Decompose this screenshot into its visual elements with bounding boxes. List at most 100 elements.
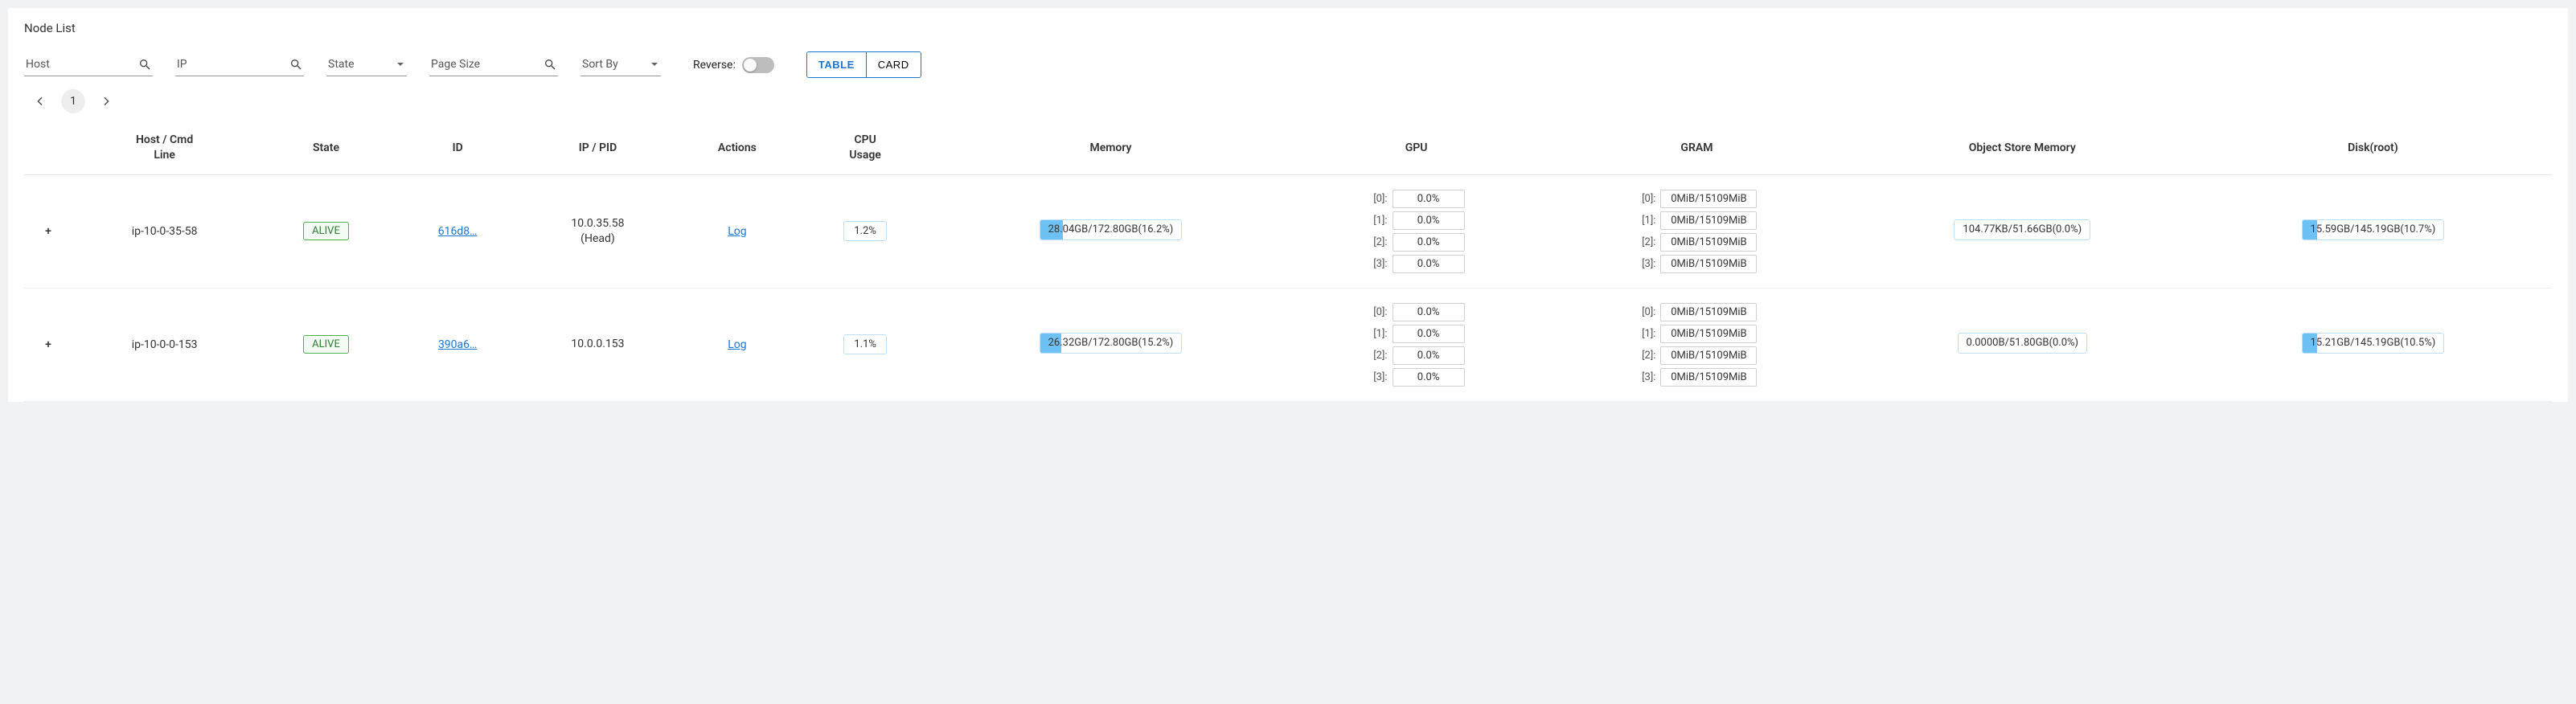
chevron-right-icon — [100, 95, 113, 108]
node-id-link[interactable]: 616d8… — [438, 225, 478, 238]
reverse-switch[interactable] — [742, 57, 774, 73]
disk-bar-text: 15.21GB/145.19GB(10.5%) — [2303, 337, 2444, 349]
log-link[interactable]: Log — [728, 225, 746, 238]
pager-page-1[interactable]: 1 — [61, 89, 85, 113]
table-row: +ip-10-0-35-58ALIVE616d8…10.0.35.58(Head… — [24, 174, 2552, 288]
gpu-row: [0]:0.0% — [1368, 303, 1465, 321]
gram-value: 0MiB/15109MiB — [1660, 190, 1757, 208]
view-card-button[interactable]: CARD — [866, 52, 921, 77]
chevron-left-icon — [34, 95, 47, 108]
pager-next-button[interactable] — [96, 92, 116, 111]
table-row: +ip-10-0-0-153ALIVE390a6…10.0.0.153Log1.… — [24, 288, 2552, 401]
gram-index-label: [0]: — [1636, 193, 1655, 205]
gram-value: 0MiB/15109MiB — [1660, 346, 1757, 365]
obj-mem-cell: 104.77KB/51.66GB(0.0%) — [1851, 174, 2194, 288]
col-disk: Disk(root) — [2194, 121, 2552, 174]
chevron-down-icon — [650, 59, 659, 69]
gpu-value: 0.0% — [1393, 346, 1465, 365]
table-header: Host / Cmd Line State ID IP / PID Action… — [24, 121, 2552, 174]
gpu-group: [0]:0.0%[1]:0.0%[2]:0.0%[3]:0.0% — [1298, 190, 1535, 273]
disk-cell: 15.59GB/145.19GB(10.7%) — [2194, 174, 2552, 288]
gram-index-label: [2]: — [1636, 236, 1655, 248]
col-gpu: GPU — [1290, 121, 1543, 174]
toolbar: Host IP State Page Size Sort By Reverse:… — [24, 51, 2552, 78]
gpu-value: 0.0% — [1393, 303, 1465, 321]
view-mode-toggle: TABLE CARD — [806, 51, 921, 78]
state-badge: ALIVE — [303, 335, 349, 354]
ip-pid-cell: 10.0.0.153 — [520, 288, 676, 401]
gram-index-label: [3]: — [1636, 258, 1655, 270]
gpu-index-label: [0]: — [1368, 193, 1388, 205]
gram-row: [0]:0MiB/15109MiB — [1636, 303, 1757, 321]
col-memory: Memory — [932, 121, 1290, 174]
gpu-row: [2]:0.0% — [1368, 346, 1465, 365]
gpu-row: [1]: 0.0% — [1368, 325, 1465, 343]
gram-index-label: [3]: — [1636, 371, 1655, 383]
memory-bar-text: 26.32GB/172.80GB(15.2%) — [1040, 337, 1182, 349]
gram-group: [0]:0MiB/15109MiB[1]:0MiB/15109MiB[2]:0M… — [1551, 190, 1843, 273]
ip-pid-cell: 10.0.35.58(Head) — [520, 174, 676, 288]
gram-value: 0MiB/15109MiB — [1660, 303, 1757, 321]
search-icon — [544, 58, 556, 71]
disk-bar: 15.21GB/145.19GB(10.5%) — [2302, 333, 2445, 354]
gram-index-label: [1]: — [1636, 215, 1655, 227]
gpu-row: [2]: 0.0% — [1368, 233, 1465, 252]
state-filter-select[interactable]: State — [326, 53, 407, 76]
expand-row-button[interactable]: + — [24, 288, 72, 401]
gpu-value: 0.0% — [1393, 211, 1465, 230]
gram-value: 0MiB/15109MiB — [1660, 211, 1757, 230]
memory-cell: 26.32GB/172.80GB(15.2%) — [932, 288, 1290, 401]
obj-mem-bar: 0.0000B/51.80GB(0.0%) — [1958, 333, 2088, 354]
sort-by-select[interactable]: Sort By — [580, 53, 661, 76]
pagination: 1 — [31, 89, 2552, 113]
host-filter-input[interactable]: Host — [24, 53, 153, 76]
gpu-cell: [0]:0.0%[1]:0.0%[2]:0.0%[3]:0.0% — [1290, 288, 1543, 401]
ip-filter-input[interactable]: IP — [175, 53, 304, 76]
gram-value: 0MiB/15109MiB — [1660, 368, 1757, 387]
col-id: ID — [396, 121, 520, 174]
ip-filter-label: IP — [177, 58, 289, 71]
actions-cell: Log — [675, 288, 798, 401]
obj-mem-bar-text: 104.77KB/51.66GB(0.0%) — [1955, 223, 2090, 235]
gpu-row: [0]: 0.0% — [1368, 190, 1465, 208]
pager-prev-button[interactable] — [31, 92, 50, 111]
obj-mem-bar-text: 0.0000B/51.80GB(0.0%) — [1959, 337, 2087, 349]
gpu-row: [1]:0.0% — [1368, 211, 1465, 230]
host-filter-label: Host — [26, 58, 138, 71]
gpu-group: [0]:0.0%[1]:0.0%[2]:0.0%[3]:0.0% — [1298, 303, 1535, 387]
view-table-button[interactable]: TABLE — [807, 52, 866, 77]
log-link[interactable]: Log — [728, 338, 746, 351]
gram-index-label: [1]: — [1636, 328, 1655, 340]
gram-row: [1]: 0MiB/15109MiB — [1636, 211, 1757, 230]
panel-title: Node List — [24, 21, 2552, 35]
gpu-value: 0.0% — [1393, 325, 1465, 343]
search-icon — [289, 58, 302, 71]
gpu-index-label: [3]: — [1368, 258, 1388, 270]
gpu-index-label: [2]: — [1368, 236, 1388, 248]
col-expand — [24, 121, 72, 174]
gpu-value: 0.0% — [1393, 233, 1465, 252]
disk-bar-text: 15.59GB/145.19GB(10.7%) — [2303, 223, 2444, 235]
gpu-row: [3]:0.0% — [1368, 255, 1465, 273]
gram-row: [1]: 0MiB/15109MiB — [1636, 325, 1757, 343]
reverse-label: Reverse: — [693, 59, 736, 72]
gpu-index-label: [3]: — [1368, 371, 1388, 383]
expand-row-button[interactable]: + — [24, 174, 72, 288]
host-cell: ip-10-0-0-153 — [72, 288, 256, 401]
col-host: Host / Cmd Line — [72, 121, 256, 174]
col-ip-pid: IP / PID — [520, 121, 676, 174]
col-actions: Actions — [675, 121, 798, 174]
search-icon — [138, 58, 151, 71]
gram-row: [2]:0MiB/15109MiB — [1636, 233, 1757, 252]
memory-bar: 28.04GB/172.80GB(16.2%) — [1040, 219, 1183, 240]
gram-value: 0MiB/15109MiB — [1660, 255, 1757, 273]
node-list-panel: Node List Host IP State Page Size Sort B… — [8, 8, 2568, 402]
node-table: Host / Cmd Line State ID IP / PID Action… — [24, 121, 2552, 402]
page-size-input[interactable]: Page Size — [429, 53, 558, 76]
gram-group: [0]:0MiB/15109MiB[1]:0MiB/15109MiB[2]:0M… — [1551, 303, 1843, 387]
node-id-link[interactable]: 390a6… — [438, 338, 477, 351]
gpu-index-label: [1]: — [1368, 328, 1388, 340]
gpu-value: 0.0% — [1393, 190, 1465, 208]
gram-cell: [0]:0MiB/15109MiB[1]:0MiB/15109MiB[2]:0M… — [1543, 174, 1851, 288]
gram-value: 0MiB/15109MiB — [1660, 325, 1757, 343]
